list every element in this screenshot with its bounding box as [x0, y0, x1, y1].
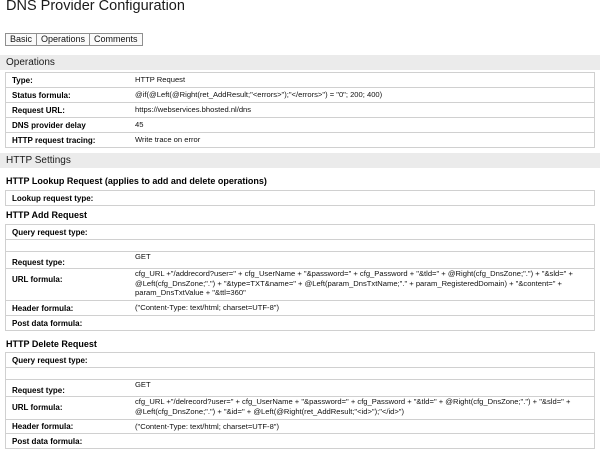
field-label-delete-query-request-type: Query request type: — [12, 355, 88, 365]
field-row-lookup-request-type: Lookup request type: — [6, 191, 594, 206]
tab-bar: Basic Operations Comments — [5, 33, 600, 46]
field-row-add-url-formula: URL formula: cfg_URL +"/addrecord?user="… — [6, 269, 594, 301]
tab-basic[interactable]: Basic — [5, 33, 38, 46]
field-row-delete-query-request-type: Query request type: — [6, 353, 594, 368]
subheading-delete-request: HTTP Delete Request — [6, 339, 97, 349]
field-label-add-request-type: Request type: — [12, 258, 65, 267]
field-value-add-url-formula: cfg_URL +"/addrecord?user=" + cfg_UserNa… — [135, 269, 573, 297]
field-label-dns-provider-delay: DNS provider delay — [12, 120, 86, 130]
tab-comments[interactable]: Comments — [90, 33, 143, 46]
field-label-request-url: Request URL: — [12, 105, 65, 115]
field-value-http-request-tracing: Write trace on error — [135, 135, 201, 145]
field-label-delete-post-data-formula: Post data formula: — [12, 436, 83, 446]
field-label-delete-header-formula: Header formula: — [12, 422, 74, 431]
subheading-lookup-request: HTTP Lookup Request (applies to add and … — [6, 176, 267, 186]
field-row-type: Type: HTTP Request — [6, 73, 594, 88]
field-row-delete-post-data-formula: Post data formula: — [6, 434, 594, 449]
section-header-operations: Operations — [0, 55, 600, 70]
field-label-add-post-data-formula: Post data formula: — [12, 318, 83, 328]
field-row-add-post-data-formula: Post data formula: — [6, 316, 594, 331]
field-row-delete-request-type: Request type: GET — [6, 380, 594, 397]
lookup-request-table: Lookup request type: — [5, 190, 595, 206]
field-row-delete-header-formula: Header formula: ("Content-Type: text/htm… — [6, 420, 594, 434]
field-row-http-request-tracing: HTTP request tracing: Write trace on err… — [6, 133, 594, 148]
field-row-delete-url-formula: URL formula: cfg_URL +"/delrecord?user="… — [6, 397, 594, 420]
field-value-add-request-type: GET — [135, 252, 151, 261]
page-title: DNS Provider Configuration — [6, 0, 185, 14]
field-label-status-formula: Status formula: — [12, 90, 71, 100]
field-value-type: HTTP Request — [135, 75, 186, 85]
field-label-lookup-request-type: Lookup request type: — [12, 193, 94, 203]
field-label-add-header-formula: Header formula: — [12, 303, 74, 313]
operations-table: Type: HTTP Request Status formula: @if(@… — [5, 72, 595, 148]
field-label-delete-url-formula: URL formula: — [12, 403, 63, 412]
section-header-http-settings: HTTP Settings — [0, 153, 600, 168]
field-value-delete-request-type: GET — [135, 380, 151, 389]
field-label-type: Type: — [12, 75, 33, 85]
field-row-add-request-type: Request type: GET — [6, 252, 594, 269]
field-value-delete-header-formula: ("Content-Type: text/html; charset=UTF-8… — [135, 421, 280, 431]
field-value-dns-provider-delay: 45 — [135, 120, 144, 130]
field-row-dns-provider-delay: DNS provider delay 45 — [6, 118, 594, 133]
field-row-add-query-request-type: Query request type: — [6, 225, 594, 240]
subheading-add-request: HTTP Add Request — [6, 210, 88, 220]
field-label-delete-request-type: Request type: — [12, 386, 65, 395]
field-label-add-url-formula: URL formula: — [12, 275, 63, 284]
field-row-add-header-formula: Header formula: ("Content-Type: text/htm… — [6, 301, 594, 316]
field-label-add-query-request-type: Query request type: — [12, 227, 88, 237]
blank-row — [6, 240, 594, 252]
delete-request-table: Query request type: Request type: GET UR… — [5, 352, 595, 449]
field-value-request-url: https://webservices.bhosted.nl/dns — [135, 105, 252, 115]
field-label-http-request-tracing: HTTP request tracing: — [12, 135, 96, 145]
field-value-delete-url-formula: cfg_URL +"/delrecord?user=" + cfg_UserNa… — [135, 397, 571, 416]
field-row-status-formula: Status formula: @if(@Left(@Right(ret_Add… — [6, 88, 594, 103]
field-row-request-url: Request URL: https://webservices.bhosted… — [6, 103, 594, 118]
field-value-add-header-formula: ("Content-Type: text/html; charset=UTF-8… — [135, 303, 280, 313]
tab-operations[interactable]: Operations — [37, 33, 91, 46]
add-request-table: Query request type: Request type: GET UR… — [5, 224, 595, 331]
blank-row — [6, 368, 594, 380]
field-value-status-formula: @if(@Left(@Right(ret_AddResult;"<errors>… — [135, 90, 383, 100]
